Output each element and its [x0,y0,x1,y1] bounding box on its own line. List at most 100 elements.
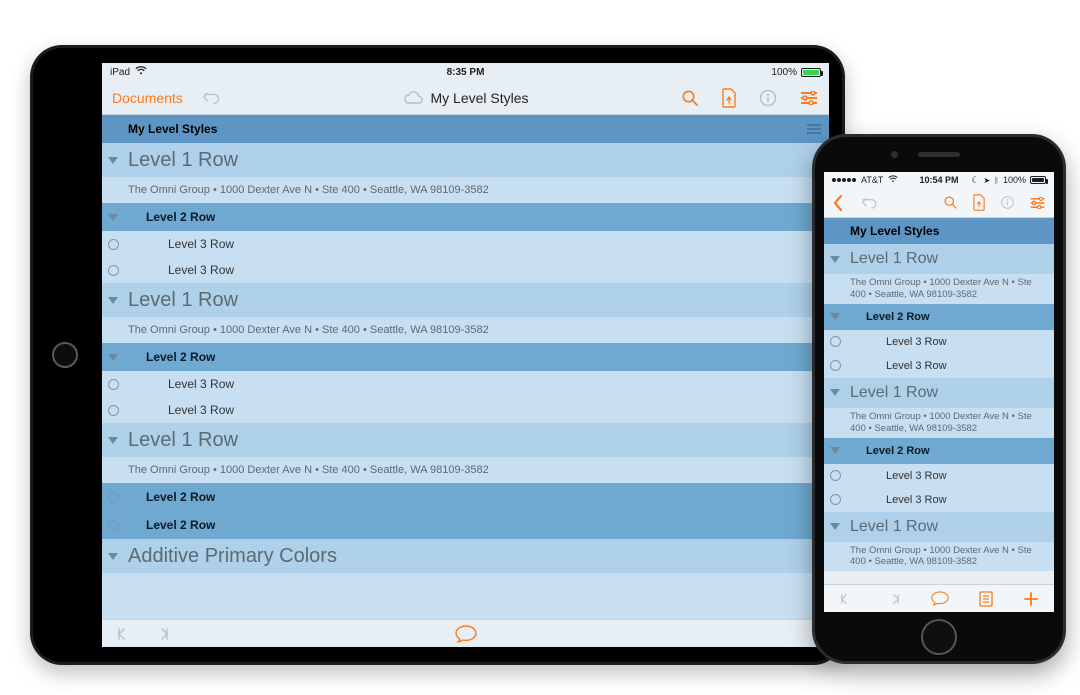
documents-button[interactable]: Documents [112,90,183,106]
disclosure-icon[interactable] [102,354,124,361]
level2-row[interactable]: Level 2 Row [824,438,1054,464]
disclosure-icon[interactable] [824,447,846,454]
note-row[interactable]: The Omni Group • 1000 Dexter Ave N • Ste… [824,408,1054,438]
search-icon[interactable] [943,195,958,210]
bullet-icon[interactable] [824,360,846,371]
ipad-home-button[interactable] [52,342,78,368]
level2-row[interactable]: Level 2 Row [102,483,829,511]
attachment-icon[interactable] [972,194,986,211]
disclosure-icon[interactable] [102,297,124,304]
info-icon[interactable] [1000,195,1015,210]
attachment-icon[interactable] [721,88,737,108]
note-icon[interactable] [455,625,477,643]
ipad-device: iPad 8:35 PM 100% Documents [30,45,845,665]
row-label: Level 1 Row [124,429,238,452]
iphone-document[interactable]: My Level Styles Level 1 Row The Omni Gro… [824,218,1054,584]
status-time: 10:54 PM [919,175,958,185]
disclosure-icon[interactable] [102,553,124,560]
row-label: Level 2 Row [124,518,215,532]
info-icon[interactable] [759,89,777,107]
iphone-speaker [918,152,960,157]
bullet-icon[interactable] [824,336,846,347]
level3-row[interactable]: Level 3 Row [824,488,1054,512]
row-label: Level 2 Row [846,311,930,323]
back-icon[interactable] [832,194,844,212]
carrier-label: AT&T [861,175,883,185]
disclosure-icon[interactable] [102,437,124,444]
bullet-icon[interactable] [102,265,124,276]
disclosure-icon[interactable] [102,214,124,221]
note-row[interactable]: The Omni Group • 1000 Dexter Ave N • Ste… [824,274,1054,304]
undo-icon[interactable] [860,197,880,209]
search-icon[interactable] [681,89,699,107]
bullet-icon[interactable] [824,494,846,505]
battery-percent: 100% [1003,175,1026,185]
level3-row[interactable]: Level 3 Row [102,257,829,283]
bullet-icon[interactable] [102,405,124,416]
level1-row[interactable]: Additive Primary Colors [102,539,829,573]
nav-forward-icon[interactable] [885,593,901,605]
level1-row[interactable]: Level 1 Row [824,512,1054,542]
note-row[interactable]: The Omni Group • 1000 Dexter Ave N • Ste… [102,457,829,483]
level3-row[interactable]: Level 3 Row [102,371,829,397]
ipad-document[interactable]: My Level Styles Level 1 Row The Omni Gro… [102,115,829,619]
note-icon[interactable] [931,591,949,606]
undo-icon[interactable] [201,91,223,105]
nav-back-icon[interactable] [116,627,134,641]
disclosure-icon[interactable] [824,256,846,263]
note-row[interactable]: The Omni Group • 1000 Dexter Ave N • Ste… [102,317,829,343]
iphone-bottom-toolbar [824,584,1054,612]
row-label: Level 3 Row [846,336,947,348]
note-row[interactable]: The Omni Group • 1000 Dexter Ave N • Ste… [824,542,1054,572]
cloud-icon [402,91,422,105]
level2-row[interactable]: Level 2 Row [102,511,829,539]
outline-settings-icon[interactable] [1029,197,1046,209]
add-icon[interactable] [1023,591,1039,607]
level1-row[interactable]: Level 1 Row [102,423,829,457]
row-label: Level 2 Row [124,210,215,224]
bullet-icon[interactable] [102,239,124,250]
level1-row[interactable]: Level 1 Row [824,244,1054,274]
disclosure-icon[interactable] [824,523,846,530]
nav-back-icon[interactable] [839,593,855,605]
disclosure-icon[interactable] [824,313,846,320]
ipad-screen: iPad 8:35 PM 100% Documents [102,63,829,647]
bullet-icon[interactable] [824,470,846,481]
level2-row[interactable]: Level 2 Row [102,203,829,231]
drag-handle-icon[interactable] [807,124,821,134]
bullet-icon[interactable] [102,379,124,390]
row-label: The Omni Group • 1000 Dexter Ave N • Ste… [846,545,1046,569]
level2-row[interactable]: Level 2 Row [824,304,1054,330]
ipad-bottom-toolbar [102,619,829,647]
level3-row[interactable]: Level 3 Row [102,397,829,423]
level2-row[interactable]: Level 2 Row [102,343,829,371]
outline-header-row[interactable]: My Level Styles [824,218,1054,244]
level1-row[interactable]: Level 1 Row [824,378,1054,408]
row-label: The Omni Group • 1000 Dexter Ave N • Ste… [846,411,1046,435]
level1-row[interactable]: Level 1 Row [102,283,829,317]
battery-percent: 100% [771,67,797,78]
row-label: Level 3 Row [846,360,947,372]
disclosure-icon[interactable] [102,157,124,164]
outline-header-row[interactable]: My Level Styles [102,115,829,143]
document-title: My Level Styles [430,90,528,106]
iphone-home-button[interactable] [921,619,957,655]
level3-row[interactable]: Level 3 Row [824,330,1054,354]
row-label: The Omni Group • 1000 Dexter Ave N • Ste… [124,464,489,476]
bullet-icon[interactable] [102,520,124,531]
nav-forward-icon[interactable] [152,627,170,641]
bullet-icon[interactable] [102,492,124,503]
row-label: My Level Styles [846,224,939,238]
level1-row[interactable]: Level 1 Row [102,143,829,177]
bluetooth-icon: ᛒ [994,176,999,185]
row-label: Level 1 Row [846,384,938,402]
outline-settings-icon[interactable] [799,91,819,105]
row-label: The Omni Group • 1000 Dexter Ave N • Ste… [124,324,489,336]
document-icon[interactable] [979,591,993,607]
row-label: Level 1 Row [124,149,238,172]
note-row[interactable]: The Omni Group • 1000 Dexter Ave N • Ste… [102,177,829,203]
level3-row[interactable]: Level 3 Row [102,231,829,257]
level3-row[interactable]: Level 3 Row [824,464,1054,488]
level3-row[interactable]: Level 3 Row [824,354,1054,378]
disclosure-icon[interactable] [824,389,846,396]
